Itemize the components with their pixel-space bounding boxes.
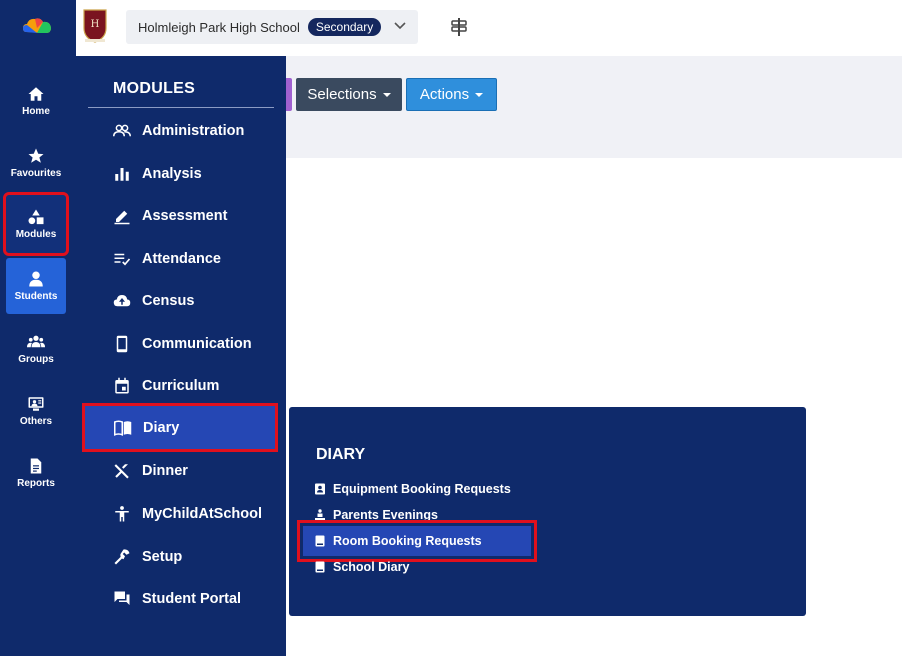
module-item-communication[interactable]: Communication — [84, 322, 274, 365]
signpost-icon[interactable] — [450, 17, 468, 37]
book-open-icon — [114, 420, 132, 436]
people-icon — [113, 124, 131, 136]
module-label: Student Portal — [142, 590, 242, 607]
star-icon — [28, 148, 44, 163]
child-icon — [115, 505, 129, 521]
rail-item-label: Favourites — [10, 168, 62, 179]
shapes-icon — [28, 209, 44, 225]
module-item-assessment[interactable]: Assessment — [84, 194, 274, 237]
diary-submenu: DIARY Equipment Booking Requests Parents… — [289, 407, 806, 616]
module-item-administration[interactable]: Administration — [84, 109, 274, 152]
module-label: Analysis — [142, 165, 202, 182]
selections-label: Selections — [307, 86, 377, 103]
phone-icon — [116, 335, 128, 352]
module-item-setup[interactable]: Setup — [84, 535, 274, 578]
modules-menu: MODULES Administration Analysis Assessme… — [76, 56, 286, 656]
rail-item-reports[interactable]: Reports — [6, 445, 66, 501]
diary-item-label: Room Booking Requests — [333, 534, 482, 548]
module-label: Census — [142, 292, 195, 309]
chat-icon — [114, 591, 130, 605]
calendar-icon — [115, 377, 129, 393]
module-item-diary[interactable]: Diary — [82, 403, 278, 452]
diary-item-label: Parents Evenings — [333, 508, 438, 522]
list-check-icon — [114, 253, 131, 265]
module-item-census[interactable]: Census — [84, 279, 274, 322]
rail-item-label: Groups — [18, 354, 54, 365]
diary-item-label: School Diary — [333, 560, 410, 574]
rail-item-label: Home — [22, 106, 50, 117]
rail-item-label: Students — [14, 291, 58, 302]
rail-item-students[interactable]: Students — [6, 258, 66, 314]
module-item-curriculum[interactable]: Curriculum — [84, 364, 274, 407]
rail-item-label: Modules — [15, 229, 57, 240]
group-icon — [27, 335, 45, 348]
module-label: MyChildAtSchool — [142, 505, 263, 522]
top-bar: H Holmleigh Park High School Secondary — [76, 0, 902, 56]
chevron-down-icon — [394, 22, 406, 30]
rail-item-label: Others — [19, 416, 53, 427]
caret-down-icon — [475, 92, 484, 97]
rail-item-modules[interactable]: Modules — [3, 192, 69, 256]
module-item-analysis[interactable]: Analysis — [84, 152, 274, 195]
module-label: Setup — [142, 548, 183, 565]
person-icon — [29, 271, 43, 287]
module-label: Curriculum — [142, 377, 220, 394]
diary-item-room-booking-requests[interactable]: Room Booking Requests — [297, 520, 537, 562]
cloud-upload-icon — [113, 294, 131, 306]
modules-divider — [88, 107, 274, 108]
school-type-badge: Secondary — [307, 18, 382, 36]
rail-item-favourites[interactable]: Favourites — [6, 135, 66, 191]
bar-chart-icon — [115, 167, 129, 181]
pen-icon — [114, 210, 130, 224]
diary-item-label: Equipment Booking Requests — [333, 482, 511, 496]
module-label: Dinner — [142, 462, 188, 479]
selections-button[interactable]: Selections — [296, 78, 402, 111]
module-item-student-portal[interactable]: Student Portal — [84, 577, 274, 620]
diary-item-school-diary[interactable]: School Diary — [314, 555, 409, 579]
school-crest-icon: H — [83, 9, 107, 43]
document-icon — [30, 458, 42, 474]
contact-book-icon — [315, 483, 325, 495]
rail-item-label: Reports — [17, 478, 55, 489]
module-item-dinner[interactable]: Dinner — [84, 449, 274, 492]
actions-button[interactable]: Actions — [406, 78, 497, 111]
app-logo-icon[interactable] — [22, 16, 52, 38]
presenter-icon — [315, 509, 325, 520]
svg-text:H: H — [91, 19, 100, 30]
book-icon — [315, 561, 325, 573]
modules-title: MODULES — [113, 80, 196, 97]
school-selector[interactable]: Holmleigh Park High School Secondary — [126, 10, 418, 44]
module-label: Assessment — [142, 207, 228, 224]
others-icon — [28, 397, 44, 411]
actions-label: Actions — [419, 86, 470, 103]
module-label: Diary — [143, 419, 180, 436]
rail-item-others[interactable]: Others — [6, 383, 66, 439]
module-label: Administration — [142, 122, 245, 139]
left-rail: Home Favourites Modules Students Groups … — [0, 0, 76, 656]
rail-item-groups[interactable]: Groups — [6, 321, 66, 377]
cutlery-icon — [114, 463, 129, 478]
home-icon — [28, 87, 44, 101]
module-item-attendance[interactable]: Attendance — [84, 237, 274, 280]
module-label: Attendance — [142, 250, 221, 267]
rail-item-home[interactable]: Home — [6, 73, 66, 129]
diary-item-equipment-booking-requests[interactable]: Equipment Booking Requests — [314, 477, 511, 501]
module-label: Communication — [142, 335, 252, 352]
wrench-icon — [114, 548, 130, 564]
book-icon — [315, 535, 325, 547]
diary-title: DIARY — [316, 446, 366, 463]
module-item-mychildatschool[interactable]: MyChildAtSchool — [84, 492, 274, 535]
caret-down-icon — [382, 92, 391, 97]
school-name: Holmleigh Park High School — [138, 19, 300, 35]
